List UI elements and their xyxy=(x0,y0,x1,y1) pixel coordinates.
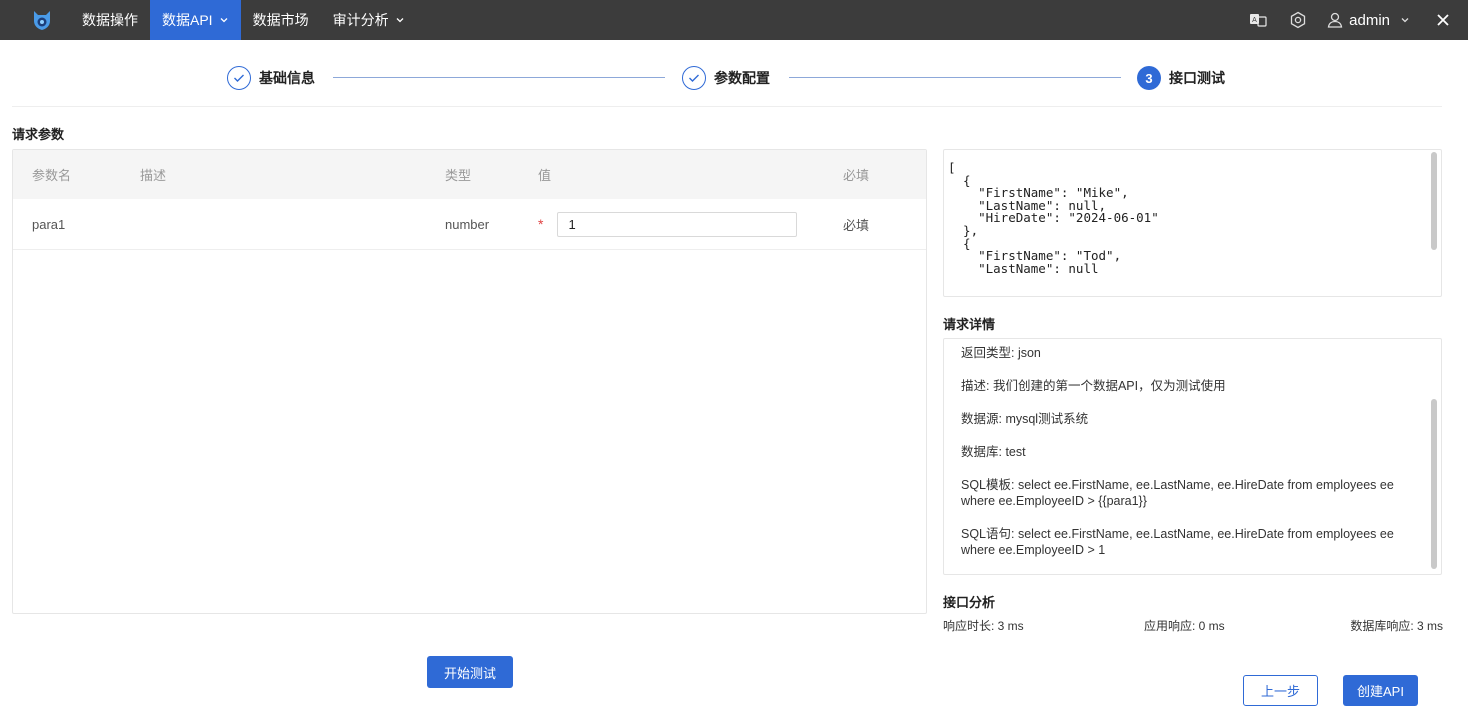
column-header-name: 参数名 xyxy=(32,168,72,183)
nav-item-audit-analysis[interactable]: 审计分析 xyxy=(321,0,417,40)
nav-item-label: 数据操作 xyxy=(82,12,138,28)
app-logo[interactable] xyxy=(14,0,70,40)
step-param-config: 参数配置 xyxy=(682,66,770,90)
params-table: 参数名 描述 类型 值 必填 para1 number * 必填 xyxy=(12,149,927,614)
settings-button[interactable] xyxy=(1283,5,1313,35)
user-menu[interactable]: admin xyxy=(1327,12,1416,29)
translate-icon: A xyxy=(1250,14,1267,27)
column-header-value: 值 xyxy=(538,168,552,183)
nav-item-label: 数据市场 xyxy=(252,12,309,28)
required-asterisk: * xyxy=(538,216,544,232)
response-time: 响应时长: 3 ms xyxy=(943,619,1024,633)
chevron-down-icon xyxy=(220,18,228,23)
gear-icon xyxy=(1290,11,1306,29)
request-params-title: 请求参数 xyxy=(12,127,65,142)
divider xyxy=(12,106,1442,107)
check-icon xyxy=(234,74,244,82)
db-response-time: 数据库响应: 3 ms xyxy=(1350,619,1443,633)
request-details-list: 返回类型: json 描述: 我们创建的第一个数据API，仅为测试使用 数据源:… xyxy=(944,339,1441,558)
step-done-circle xyxy=(227,66,251,90)
response-json-text: [ { "FirstName": "Mike", "LastName": nul… xyxy=(948,160,1159,276)
nav-item-label: 数据API xyxy=(162,12,213,28)
step-basic-info: 基础信息 xyxy=(227,66,315,90)
svg-text:A: A xyxy=(1252,17,1257,24)
step-label: 接口测试 xyxy=(1169,70,1225,86)
close-button[interactable] xyxy=(1430,7,1456,33)
request-details-title: 请求详情 xyxy=(943,317,996,332)
step-label: 基础信息 xyxy=(259,70,315,86)
table-row: para1 number * 必填 xyxy=(13,199,926,250)
app-response-time: 应用响应: 0 ms xyxy=(1144,619,1225,633)
param-value-input[interactable] xyxy=(557,211,798,237)
nav-item-data-market[interactable]: 数据市场 xyxy=(241,0,321,40)
nav-item-label: 审计分析 xyxy=(332,12,389,28)
column-header-required: 必填 xyxy=(843,168,870,183)
detail-datasource: 数据源: mysql测试系统 xyxy=(961,412,1089,426)
create-api-button[interactable]: 创建API xyxy=(1343,675,1418,706)
param-required-cell: 必填 xyxy=(843,217,870,233)
detail-database: 数据库: test xyxy=(961,445,1026,459)
api-analysis-metrics: 响应时长: 3 ms 应用响应: 0 ms 数据库响应: 3 ms xyxy=(943,617,1443,633)
chevron-down-icon xyxy=(396,18,404,23)
check-icon xyxy=(689,74,699,82)
detail-return-type: 返回类型: json xyxy=(961,346,1041,360)
param-value-cell: * xyxy=(538,199,798,249)
step-current-circle: 3 xyxy=(1137,66,1161,90)
chevron-down-icon xyxy=(1401,18,1409,23)
step-connector xyxy=(789,77,1121,78)
param-type-cell: number xyxy=(445,216,490,232)
detail-description: 描述: 我们创建的第一个数据API，仅为测试使用 xyxy=(961,379,1226,393)
top-nav-right: A admin xyxy=(1233,0,1468,40)
step-connector xyxy=(333,77,665,78)
request-details-panel[interactable]: 返回类型: json 描述: 我们创建的第一个数据API，仅为测试使用 数据源:… xyxy=(943,338,1442,575)
steps-indicator: 基础信息 参数配置 3 接口测试 xyxy=(0,58,1468,98)
step-number: 3 xyxy=(1145,70,1153,86)
table-header: 参数名 描述 类型 值 必填 xyxy=(13,150,926,199)
detail-sql-template: SQL模板: select ee.FirstName, ee.LastName,… xyxy=(961,478,1394,508)
detail-sql-statement: SQL语句: select ee.FirstName, ee.LastName,… xyxy=(961,527,1394,557)
details-scrollbar[interactable] xyxy=(1431,399,1437,569)
api-analysis-title: 接口分析 xyxy=(943,595,996,610)
user-icon xyxy=(1327,12,1343,28)
json-scrollbar[interactable] xyxy=(1431,152,1437,250)
close-icon xyxy=(1437,14,1449,26)
column-header-description: 描述 xyxy=(140,168,167,183)
nav-item-data-operation[interactable]: 数据操作 xyxy=(70,0,150,40)
top-nav-bar: 数据操作 数据API 数据市场 审计分析 A admin xyxy=(0,0,1468,40)
step-done-circle xyxy=(682,66,706,90)
param-name-cell: para1 xyxy=(32,216,66,232)
start-test-button[interactable]: 开始测试 xyxy=(427,656,513,688)
language-switch-button[interactable]: A xyxy=(1243,5,1273,35)
step-label: 参数配置 xyxy=(714,70,770,86)
nav-item-data-api[interactable]: 数据API xyxy=(150,0,241,40)
step-api-test: 3 接口测试 xyxy=(1137,66,1225,90)
prev-step-button[interactable]: 上一步 xyxy=(1243,675,1318,706)
username: admin xyxy=(1349,11,1390,29)
column-header-type: 类型 xyxy=(445,168,472,183)
response-json-panel[interactable]: [ { "FirstName": "Mike", "LastName": nul… xyxy=(943,149,1442,297)
logo-icon xyxy=(34,11,50,30)
